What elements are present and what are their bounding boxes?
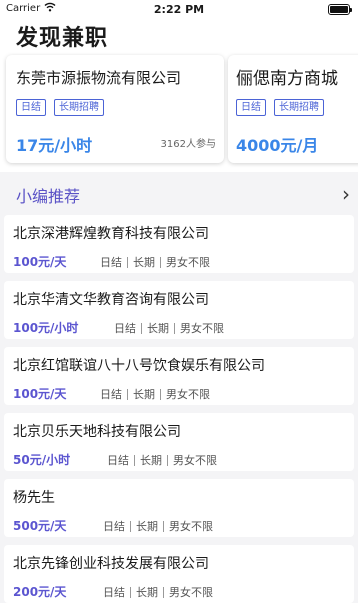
job-attributes: 日结 长期 男女不限 [103,584,213,600]
tag-long-term: 长期招聘 [274,99,324,116]
job-term: 长期 [133,256,155,269]
featured-tags: 日结 长期招聘 [236,99,324,116]
featured-job-card[interactable]: 俪偲南方商城 日结 长期招聘 4000元/月 [228,55,358,163]
job-gender: 男女不限 [166,388,210,401]
divider [130,586,131,598]
job-card[interactable]: 杨先生 500元/天 日结 长期 男女不限 [4,479,354,537]
divider [141,322,142,334]
recommend-section-header[interactable]: 小编推荐 › [0,178,358,210]
job-term: 长期 [140,454,162,467]
job-pay: 50元/小时 [13,453,71,467]
job-gender: 男女不限 [166,256,210,269]
job-attributes: 日结 长期 男女不限 [100,254,210,270]
job-pay: 500元/天 [13,519,67,533]
job-pay: 100元/天 [13,255,67,269]
divider [174,322,175,334]
battery-icon [328,4,352,15]
job-pay: 100元/小时 [13,321,79,335]
job-settle: 日结 [103,520,125,533]
job-settle: 日结 [103,586,125,599]
job-term: 长期 [147,322,169,335]
tag-daily-pay: 日结 [16,99,46,116]
divider [163,586,164,598]
job-company-name: 北京华清文华教育咨询有限公司 [13,292,209,308]
job-gender: 男女不限 [169,586,213,599]
featured-company-name: 东莞市源振物流有限公司 [16,69,182,87]
header: 发现兼职 [0,18,358,51]
status-time: 2:22 PM [153,3,205,16]
job-settle: 日结 [100,388,122,401]
job-attributes: 日结 长期 男女不限 [100,386,210,402]
featured-pay: 17元/小时 [16,136,93,155]
job-pay: 100元/天 [13,387,67,401]
job-card[interactable]: 北京红馆联谊八十八号饮食娱乐有限公司 100元/天 日结 长期 男女不限 [4,347,354,405]
job-gender: 男女不限 [169,520,213,533]
divider [127,256,128,268]
chevron-right-icon[interactable]: › [342,182,350,206]
job-company-name: 北京贝乐天地科技有限公司 [13,424,181,440]
job-settle: 日结 [114,322,136,335]
job-gender: 男女不限 [173,454,217,467]
job-term: 长期 [136,520,158,533]
divider [127,388,128,400]
job-settle: 日结 [100,256,122,269]
job-attributes: 日结 长期 男女不限 [103,518,213,534]
job-attributes: 日结 长期 男女不限 [107,452,217,468]
featured-company-name: 俪偲南方商城 [236,69,338,89]
section-title: 小编推荐 [16,187,81,206]
featured-pay: 4000元/月 [236,136,319,155]
job-company-name: 北京先锋创业科技发展有限公司 [13,556,209,572]
job-card[interactable]: 北京华清文华教育咨询有限公司 100元/小时 日结 长期 男女不限 [4,281,354,339]
job-company-name: 北京红馆联谊八十八号饮食娱乐有限公司 [13,358,265,374]
featured-participants: 3162人参与 [160,139,216,150]
job-company-name: 杨先生 [13,490,55,506]
tag-long-term: 长期招聘 [54,99,104,116]
job-card[interactable]: 北京贝乐天地科技有限公司 50元/小时 日结 长期 男女不限 [4,413,354,471]
divider [163,520,164,532]
job-gender: 男女不限 [180,322,224,335]
divider [134,454,135,466]
tag-daily-pay: 日结 [236,99,266,116]
job-company-name: 北京深港辉煌教育科技有限公司 [13,226,209,242]
divider [130,520,131,532]
job-card[interactable]: 北京先锋创业科技发展有限公司 200元/天 日结 长期 男女不限 [4,545,354,603]
job-attributes: 日结 长期 男女不限 [114,320,224,336]
job-term: 长期 [136,586,158,599]
job-card[interactable]: 北京深港辉煌教育科技有限公司 100元/天 日结 长期 男女不限 [4,215,354,273]
status-bar: Carrier 2:22 PM [0,0,358,18]
job-settle: 日结 [107,454,129,467]
divider [167,454,168,466]
divider [160,388,161,400]
divider [160,256,161,268]
job-term: 长期 [133,388,155,401]
featured-job-card[interactable]: 东莞市源振物流有限公司 日结 长期招聘 17元/小时 3162人参与 [6,55,224,163]
featured-tags: 日结 长期招聘 [16,99,104,116]
featured-carousel[interactable]: 东莞市源振物流有限公司 日结 长期招聘 17元/小时 3162人参与 俪偲南方商… [0,48,358,172]
